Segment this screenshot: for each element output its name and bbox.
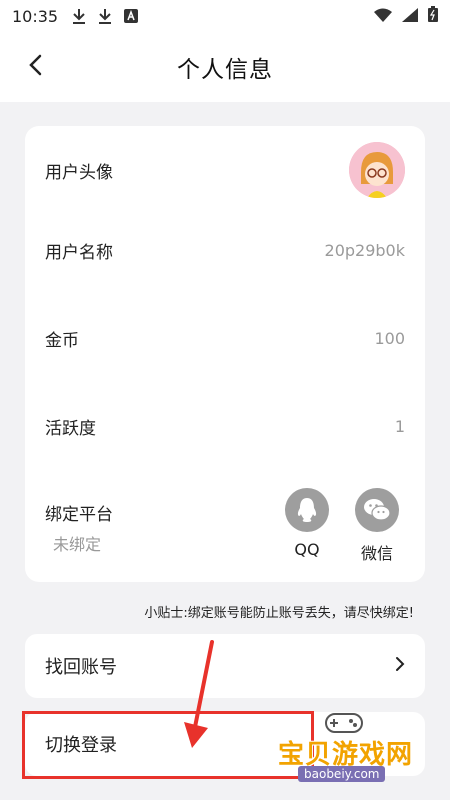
bind-platform-label: 绑定平台 — [45, 505, 113, 525]
qq-label: QQ — [294, 540, 320, 559]
coins-label: 金币 — [45, 330, 79, 351]
bind-wechat-button[interactable]: 微信 — [347, 488, 407, 564]
download-icon — [72, 8, 86, 24]
watermark: 宝贝游戏网 baobeiy.com — [276, 708, 446, 784]
back-button[interactable] — [20, 52, 50, 82]
avatar-label: 用户头像 — [45, 162, 113, 183]
avatar-row[interactable]: 用户头像 — [25, 126, 425, 214]
username-value: 20p29b0k — [324, 240, 405, 260]
battery-icon — [428, 6, 438, 26]
wifi-icon — [374, 7, 392, 26]
highlight-box — [22, 711, 314, 779]
wechat-label: 微信 — [360, 544, 393, 563]
profile-card: 用户头像 用户名称 20p29b0k 金币 100 活跃度 1 绑定平台 未绑定 — [25, 126, 425, 582]
status-right — [374, 6, 438, 26]
recover-account-label: 找回账号 — [45, 657, 117, 678]
coins-row: 金币 100 — [25, 294, 425, 382]
store-icon — [124, 9, 139, 23]
qq-icon — [285, 488, 329, 532]
activity-row: 活跃度 1 — [25, 382, 425, 470]
bind-qq-button[interactable]: QQ — [277, 488, 337, 559]
page-header: 个人信息 — [0, 32, 450, 102]
activity-label: 活跃度 — [45, 418, 96, 439]
status-time: 10:35 — [12, 6, 59, 26]
username-row: 用户名称 20p29b0k — [25, 206, 425, 294]
wechat-icon — [355, 488, 399, 532]
recover-account-button[interactable]: 找回账号 — [25, 634, 425, 698]
chevron-left-icon — [28, 54, 42, 80]
avatar[interactable] — [349, 142, 405, 198]
bind-status: 未绑定 — [53, 535, 102, 554]
status-bar: 10:35 — [0, 0, 450, 32]
annotation-arrow-icon — [180, 640, 220, 756]
activity-value: 1 — [394, 416, 405, 436]
chevron-right-icon — [395, 656, 405, 676]
coins-value: 100 — [374, 328, 405, 348]
tip-text: 小贴士:绑定账号能防止账号丢失，请尽快绑定! — [144, 606, 414, 621]
page-title: 个人信息 — [177, 57, 273, 83]
signal-icon — [402, 7, 418, 26]
username-label: 用户名称 — [45, 242, 113, 263]
download-icon — [98, 8, 112, 24]
watermark-url: baobeiy.com — [298, 766, 386, 782]
